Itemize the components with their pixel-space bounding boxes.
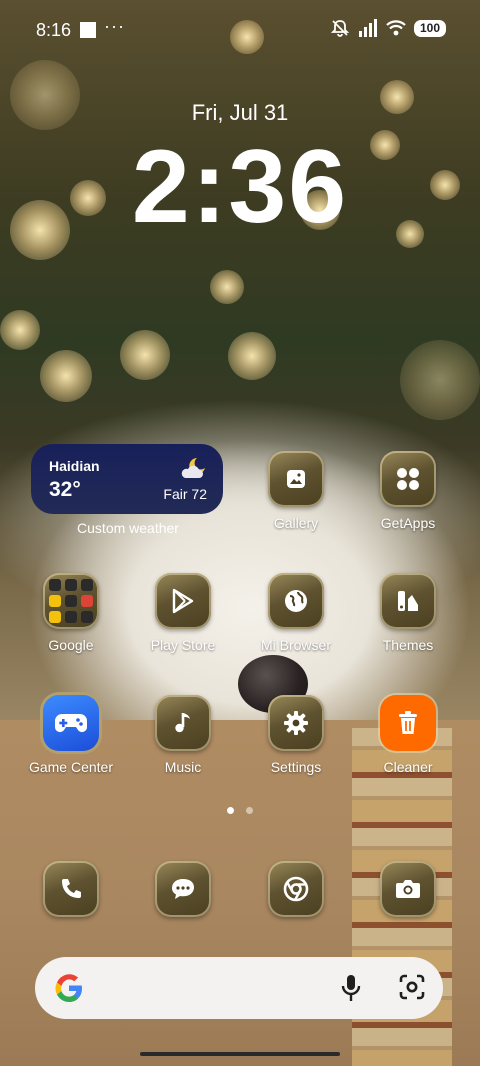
trash-icon	[399, 711, 417, 734]
play-store-tile	[155, 573, 211, 629]
more-notifications-icon: ···	[104, 16, 125, 36]
weather-widget[interactable]: Haidian 32° Fair 72	[31, 444, 223, 514]
dock-phone[interactable]	[16, 861, 126, 917]
app-music[interactable]: Music	[128, 695, 238, 775]
game-center-tile	[43, 695, 99, 751]
play-store-icon	[172, 588, 194, 614]
mi-browser-tile	[268, 573, 324, 629]
app-label: Mi Browser	[260, 637, 331, 653]
app-gallery[interactable]: Gallery	[241, 451, 351, 531]
app-cleaner[interactable]: Cleaner	[353, 695, 463, 775]
microphone-icon[interactable]	[341, 974, 361, 1002]
battery-indicator: 100	[414, 19, 446, 37]
mute-icon	[330, 20, 350, 37]
getapps-tile	[380, 451, 436, 507]
themes-icon	[398, 591, 418, 611]
page-dot-1[interactable]	[227, 807, 234, 814]
weather-widget-label: Custom weather	[77, 520, 179, 536]
music-tile	[155, 695, 211, 751]
google-g-icon	[55, 974, 82, 1002]
app-label: GetApps	[380, 515, 436, 531]
weather-city: Haidian	[49, 458, 100, 474]
weather-temp: 32°	[49, 478, 81, 501]
app-game-center[interactable]: Game Center	[16, 695, 126, 775]
app-mi-browser[interactable]: Mi Browser	[241, 573, 351, 653]
phone-icon	[62, 879, 81, 898]
camera-icon	[396, 880, 420, 898]
app-themes[interactable]: Themes	[353, 573, 463, 653]
music-note-icon	[175, 713, 190, 733]
themes-tile	[380, 573, 436, 629]
app-label: Gallery	[273, 515, 319, 531]
folder-app-grid-icon	[49, 579, 93, 623]
google-search-bar[interactable]	[35, 957, 443, 1019]
status-bar: 8:16 ··· 100	[0, 0, 480, 60]
gallery-tile	[268, 451, 324, 507]
app-label: Themes	[382, 637, 434, 653]
cleaner-tile	[380, 695, 436, 751]
notification-icon	[80, 22, 96, 38]
dock-camera[interactable]	[353, 861, 463, 917]
phone-tile	[43, 861, 99, 917]
gallery-icon	[287, 470, 305, 488]
page-dot-2[interactable]	[246, 807, 253, 814]
app-settings[interactable]: Settings	[241, 695, 351, 775]
weather-condition: Fair 72	[163, 486, 207, 502]
messages-icon	[172, 879, 194, 899]
app-label: Settings	[270, 759, 322, 775]
app-label: Game Center	[28, 759, 114, 775]
messages-tile	[155, 861, 211, 917]
lock-date: Fri, Jul 31	[191, 100, 289, 125]
app-play-store[interactable]: Play Store	[128, 573, 238, 653]
folder-google[interactable]: Google	[16, 573, 126, 653]
app-getapps[interactable]: GetApps	[353, 451, 463, 531]
dock-messages[interactable]	[128, 861, 238, 917]
app-label: Cleaner	[383, 759, 433, 775]
camera-tile	[380, 861, 436, 917]
settings-tile	[268, 695, 324, 751]
app-label: Music	[164, 759, 202, 775]
gamepad-icon	[55, 714, 87, 732]
dock-chrome[interactable]	[241, 861, 351, 917]
google-folder-tile	[43, 573, 99, 629]
app-label: Google	[48, 637, 94, 653]
page-indicator[interactable]	[0, 807, 480, 814]
google-lens-icon[interactable]	[397, 972, 427, 1002]
gear-icon	[284, 711, 308, 735]
chrome-icon	[283, 876, 309, 902]
signal-icon	[359, 19, 377, 37]
partly-cloudy-night-icon	[181, 458, 205, 478]
clock-widget[interactable]: 2:36	[0, 128, 480, 247]
status-time: 8:16	[36, 20, 72, 40]
gesture-navigation-bar[interactable]	[140, 1052, 340, 1056]
app-label: Play Store	[150, 637, 216, 653]
globe-icon	[285, 590, 307, 612]
wifi-icon	[386, 20, 406, 36]
getapps-icon	[397, 468, 419, 490]
chrome-tile	[268, 861, 324, 917]
